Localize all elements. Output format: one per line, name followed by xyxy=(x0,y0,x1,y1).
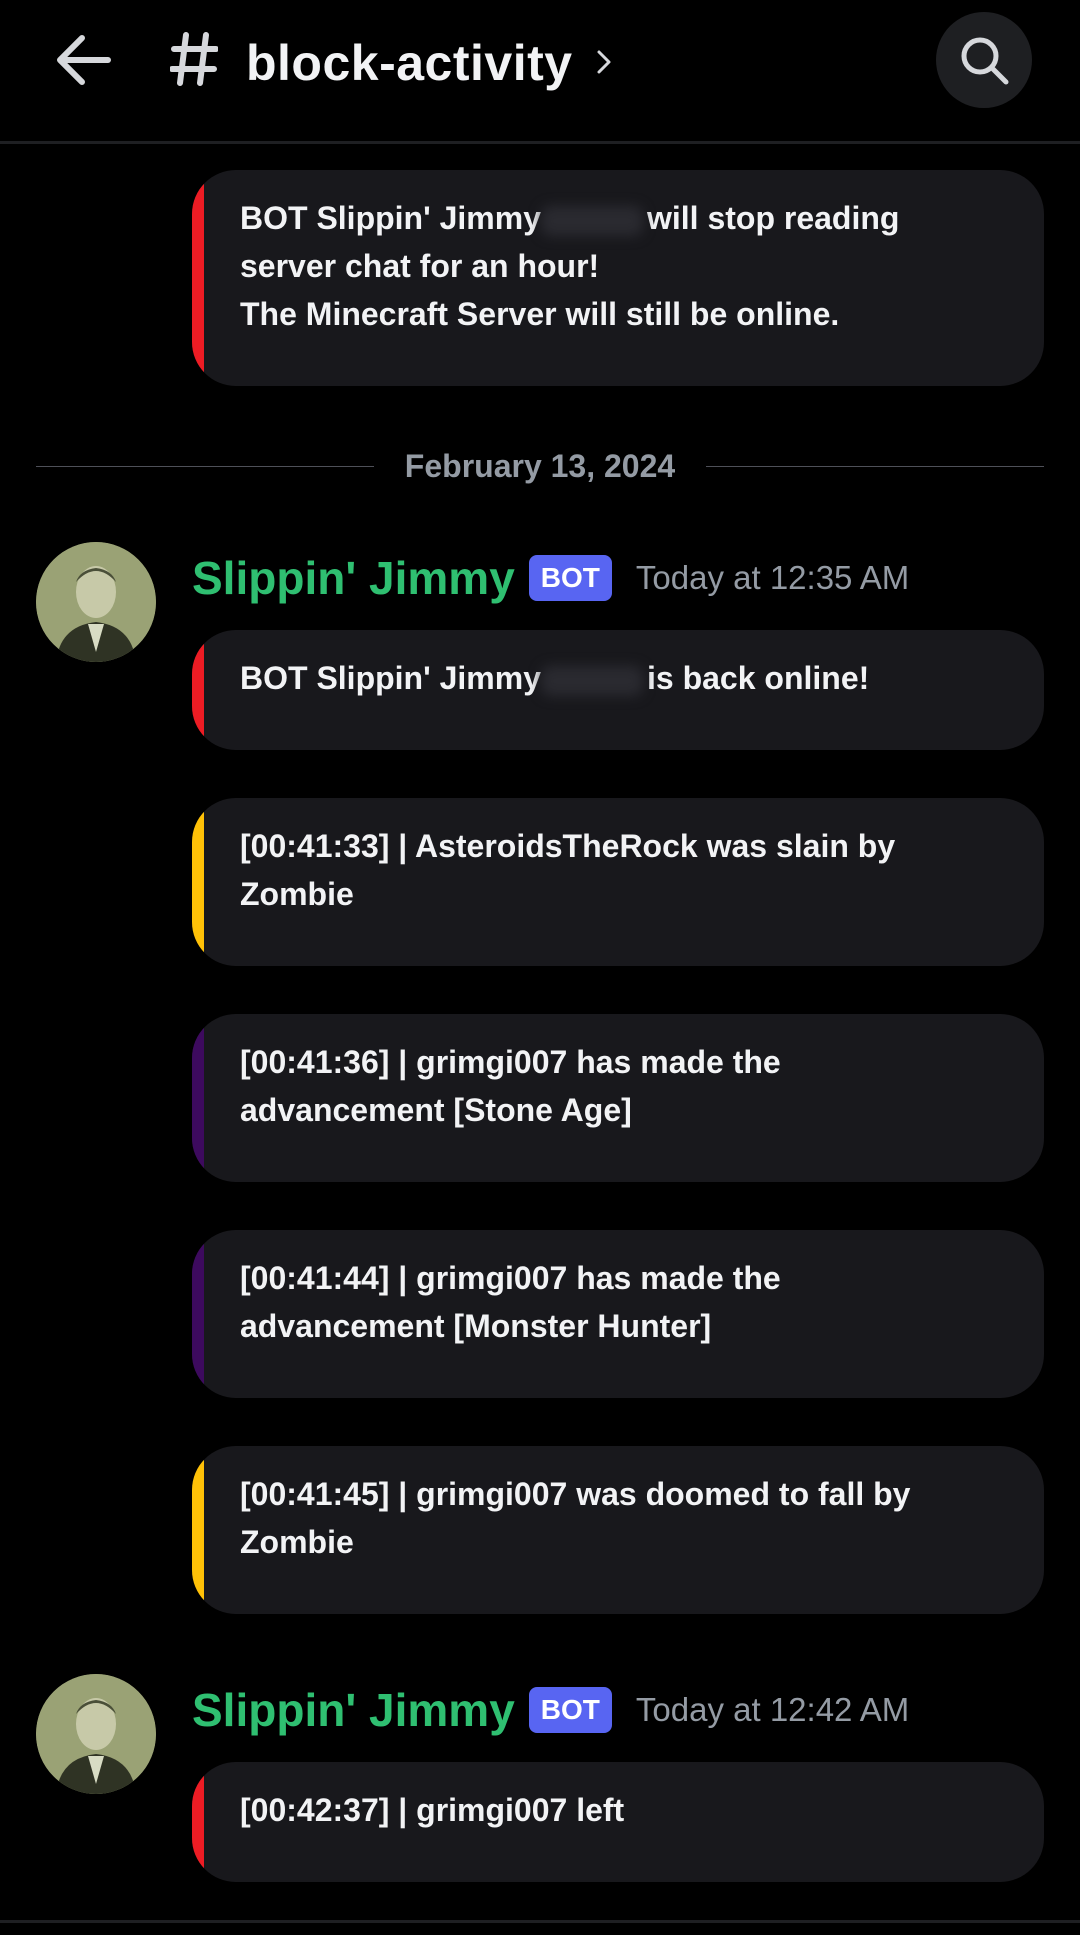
channel-name[interactable]: block-activity xyxy=(246,28,573,98)
message-header: Slippin' Jimmy BOT Today at 12:35 AM xyxy=(192,546,909,610)
redacted-blur xyxy=(540,665,643,696)
embed-text: [00:41:44] | grimgi007 has made the adva… xyxy=(240,1260,781,1344)
channel-header: block-activity xyxy=(0,0,1080,144)
search-button[interactable] xyxy=(936,12,1032,108)
embed-text: [00:41:45] | grimgi007 was doomed to fal… xyxy=(240,1476,911,1560)
message-embed: BOT Slippin' Jimmy is back online! xyxy=(192,630,1044,750)
avatar[interactable] xyxy=(36,1674,156,1794)
message-timestamp: Today at 12:42 AM xyxy=(635,1691,910,1728)
author-name[interactable]: Slippin' Jimmy xyxy=(192,551,515,605)
search-icon xyxy=(961,37,1009,85)
embed-text: [00:42:37] | grimgi007 left xyxy=(240,1792,625,1828)
embed-text-part: BOT Slippin' Jimmy xyxy=(240,660,541,696)
message-embed: BOT Slippin' Jimmy will stop reading serv… xyxy=(192,170,1044,386)
date-divider-label: February 13, 2024 xyxy=(380,448,700,484)
embed-text: [00:41:36] | grimgi007 has made the adva… xyxy=(240,1044,781,1128)
embed-text-part: is back online! xyxy=(646,660,870,696)
embed-accent-bar xyxy=(192,170,204,386)
hash-icon xyxy=(168,24,220,94)
embed-text: [00:41:33] | AsteroidsTheRock was slain … xyxy=(240,828,896,912)
author-name[interactable]: Slippin' Jimmy xyxy=(192,1683,515,1737)
chevron-right-icon[interactable] xyxy=(592,44,616,80)
embed-text: BOT Slippin' Jimmy will stop reading serv… xyxy=(240,194,1004,338)
message-embed: [00:41:33] | AsteroidsTheRock was slain … xyxy=(192,798,1044,966)
bot-badge: BOT xyxy=(528,1687,612,1733)
embed-accent-bar xyxy=(192,1762,204,1882)
embed-text: BOT Slippin' Jimmy is back online! xyxy=(240,654,1004,702)
message-header: Slippin' Jimmy BOT Today at 12:42 AM xyxy=(192,1678,909,1742)
message-embed: [00:41:45] | grimgi007 was doomed to fal… xyxy=(192,1446,1044,1614)
date-divider: February 13, 2024 xyxy=(36,444,1044,488)
embed-accent-bar xyxy=(192,798,204,966)
back-button[interactable] xyxy=(48,28,120,92)
divider xyxy=(0,1920,1080,1923)
embed-text-part: BOT Slippin' Jimmy xyxy=(240,200,541,236)
embed-accent-bar xyxy=(192,630,204,750)
bot-badge: BOT xyxy=(528,555,612,601)
embed-accent-bar xyxy=(192,1014,204,1182)
avatar[interactable] xyxy=(36,542,156,662)
embed-accent-bar xyxy=(192,1230,204,1398)
message-timestamp: Today at 12:35 AM xyxy=(635,559,910,596)
embed-accent-bar xyxy=(192,1446,204,1614)
message-embed: [00:41:44] | grimgi007 has made the adva… xyxy=(192,1230,1044,1398)
arrow-left-icon xyxy=(57,35,111,85)
message-embed: [00:41:36] | grimgi007 has made the adva… xyxy=(192,1014,1044,1182)
redacted-blur xyxy=(540,205,643,236)
message-embed: [00:42:37] | grimgi007 left xyxy=(192,1762,1044,1882)
